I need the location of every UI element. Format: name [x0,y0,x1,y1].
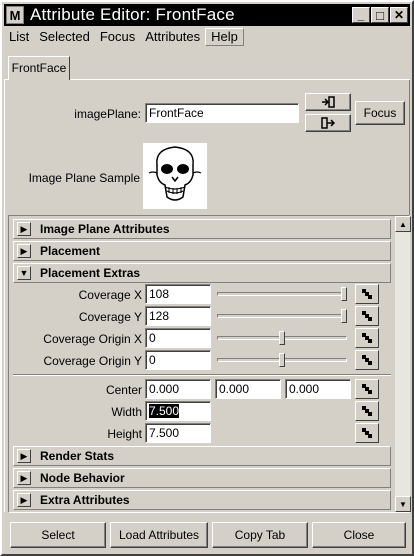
select-button[interactable]: Select [10,522,106,548]
input-connection-button[interactable] [305,93,351,111]
coverage-x-slider-thumb[interactable] [341,287,347,301]
section-image-plane-attributes[interactable]: ▶ Image Plane Attributes [13,219,391,239]
menu-bar: List Selected Focus Attributes Help [4,27,410,47]
coverage-origin-y-map-button[interactable] [355,350,379,370]
tab-row: FrontFace [4,54,410,80]
imageplane-label: imagePlane: [74,107,141,121]
coverage-origin-y-label: Coverage Origin Y [43,354,143,368]
height-field[interactable]: 7.500 [145,423,211,443]
collapse-arrow-icon[interactable]: ▼ [17,266,31,280]
center-y-field[interactable]: 0.000 [215,379,281,399]
load-attributes-button[interactable]: Load Attributes [110,522,208,548]
minimize-button[interactable]: _ [352,7,370,23]
section-node-behavior[interactable]: ▶ Node Behavior [13,468,391,488]
close-window-button[interactable]: ✕ [390,7,408,23]
checker-map-icon [362,428,372,438]
maximize-button[interactable]: □ [371,7,389,23]
checker-map-icon [362,384,372,394]
coverage-origin-x-slider-thumb[interactable] [279,331,285,345]
coverage-origin-x-field[interactable]: 0 [145,328,211,348]
center-map-button[interactable] [355,379,379,399]
vertical-scrollbar[interactable]: ▲ ▼ [394,216,411,512]
section-label: Placement Extras [40,266,141,280]
checker-map-icon [362,311,372,321]
image-plane-sample-thumbnail [143,143,207,209]
coverage-x-field[interactable]: 108 [145,284,211,304]
coverage-x-label: Coverage X [78,288,142,302]
height-label: Height [107,427,142,441]
checker-map-icon [362,333,372,343]
section-label: Extra Attributes [40,493,130,507]
expand-arrow-icon[interactable]: ▶ [17,449,31,463]
width-map-button[interactable] [355,401,379,421]
image-plane-sample-label: Image Plane Sample [28,171,140,185]
copy-tab-button[interactable]: Copy Tab [212,522,308,548]
menu-focus[interactable]: Focus [95,28,140,46]
width-value-selected: 7.500 [149,404,180,418]
expand-arrow-icon[interactable]: ▶ [17,222,31,236]
output-connection-button[interactable] [305,114,351,132]
coverage-y-slider-thumb[interactable] [341,309,347,323]
section-extra-attributes[interactable]: ▶ Extra Attributes [13,490,391,510]
section-label: Render Stats [40,449,115,463]
output-arrow-icon [321,117,335,129]
coverage-x-map-button[interactable] [355,284,379,304]
menu-selected[interactable]: Selected [34,28,95,46]
skull-icon [148,146,202,201]
menu-attributes[interactable]: Attributes [140,28,205,46]
section-placement[interactable]: ▶ Placement [13,241,391,261]
editor-panel: imagePlane: FrontFace Focus Image Plane … [4,80,411,513]
attribute-scroll-area[interactable]: ▶ Image Plane Attributes ▶ Placement ▼ P… [8,215,411,513]
coverage-origin-y-field[interactable]: 0 [145,350,211,370]
center-label: Center [105,383,142,397]
checker-map-icon [362,289,372,299]
width-field[interactable]: 7.500 [145,401,211,421]
tab-frontface[interactable]: FrontFace [8,56,70,80]
imageplane-name-field[interactable]: FrontFace [145,103,299,123]
coverage-y-label: Coverage Y [78,310,142,324]
title-bar[interactable]: M Attribute Editor: FrontFace _ □ ✕ [4,4,410,26]
expand-arrow-icon[interactable]: ▶ [17,244,31,258]
expand-arrow-icon[interactable]: ▶ [17,493,31,507]
scroll-up-arrow-icon[interactable]: ▲ [395,216,411,232]
coverage-y-map-button[interactable] [355,306,379,326]
coverage-x-slider[interactable] [217,292,347,296]
checker-map-icon [362,355,372,365]
section-render-stats[interactable]: ▶ Render Stats [13,446,391,466]
input-arrow-icon [322,96,335,108]
section-label: Image Plane Attributes [40,222,170,236]
center-x-field[interactable]: 0.000 [145,379,211,399]
window-title: Attribute Editor: FrontFace [30,5,235,24]
coverage-origin-y-slider-thumb[interactable] [279,353,285,367]
coverage-y-field[interactable]: 128 [145,306,211,326]
expand-arrow-icon[interactable]: ▶ [17,471,31,485]
section-placement-extras[interactable]: ▼ Placement Extras [13,263,391,283]
height-map-button[interactable] [355,423,379,443]
section-label: Node Behavior [40,471,125,485]
section-label: Placement [40,244,101,258]
width-label: Width [111,405,142,419]
focus-button[interactable]: Focus [355,101,405,125]
maya-app-icon[interactable]: M [6,6,24,24]
menu-list[interactable]: List [4,28,34,46]
coverage-origin-x-map-button[interactable] [355,328,379,348]
scroll-down-arrow-icon[interactable]: ▼ [395,496,411,512]
checker-map-icon [362,406,372,416]
attribute-editor-window: M Attribute Editor: FrontFace _ □ ✕ List… [0,0,414,556]
center-z-field[interactable]: 0.000 [285,379,351,399]
coverage-y-slider[interactable] [217,314,347,318]
close-button[interactable]: Close [312,522,406,548]
group-divider [13,374,391,376]
coverage-origin-x-label: Coverage Origin X [43,332,142,346]
menu-help[interactable]: Help [205,28,244,46]
